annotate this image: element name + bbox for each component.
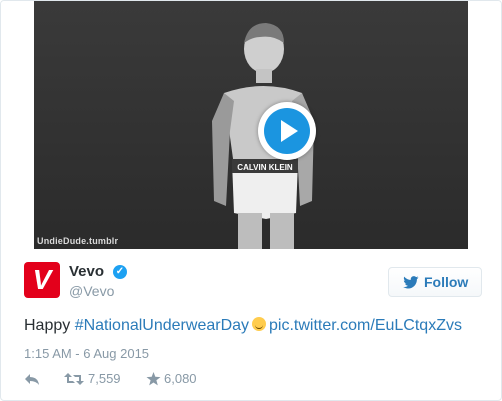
twitter-bird-icon [403,276,419,289]
retweet-button[interactable]: 7,559 [64,370,144,388]
waistband-text: CALVIN KLEIN [237,163,293,172]
tweet-actions: 7,559 6,080 [24,370,324,388]
follow-button[interactable]: Follow [388,267,482,297]
embedded-tweet-card: CALVIN KLEIN UndieDude.tumblr V Vevo ✓ @… [0,0,502,401]
verified-badge-icon: ✓ [113,265,127,279]
like-button[interactable]: 6,080 [146,370,226,388]
avatar[interactable]: V [24,262,60,298]
follow-label: Follow [424,274,469,290]
video-media[interactable]: CALVIN KLEIN UndieDude.tumblr [1,1,501,249]
pic-link[interactable]: pic.twitter.com/EuLCtqxZvs [269,317,462,334]
video-still-figure: CALVIN KLEIN [212,23,314,249]
video-thumbnail[interactable]: CALVIN KLEIN [34,1,468,249]
play-button[interactable] [258,102,316,160]
tweet-timestamp[interactable]: 1:15 AM - 6 Aug 2015 [24,346,149,361]
like-star-icon [146,372,161,386]
play-icon [264,108,310,154]
reply-button[interactable] [24,370,42,388]
media-watermark: UndieDude.tumblr [37,236,119,246]
retweet-icon [64,373,84,385]
smiling-emoji-icon [252,317,267,331]
tweet-body: V Vevo ✓ @Vevo Follow Happy #NationalUnd… [1,249,501,400]
author-name[interactable]: Vevo [69,263,104,280]
like-count: 6,080 [164,371,197,386]
reply-icon [25,374,39,385]
author-handle[interactable]: @Vevo [69,283,114,299]
hashtag-link[interactable]: #NationalUnderwearDay [75,317,249,334]
retweet-count: 7,559 [88,371,121,386]
vevo-logo-letter: V [32,264,52,295]
tweet-text: Happy #NationalUnderwearDay pic.twitter.c… [24,317,462,335]
tweet-text-prefix: Happy [24,317,75,334]
